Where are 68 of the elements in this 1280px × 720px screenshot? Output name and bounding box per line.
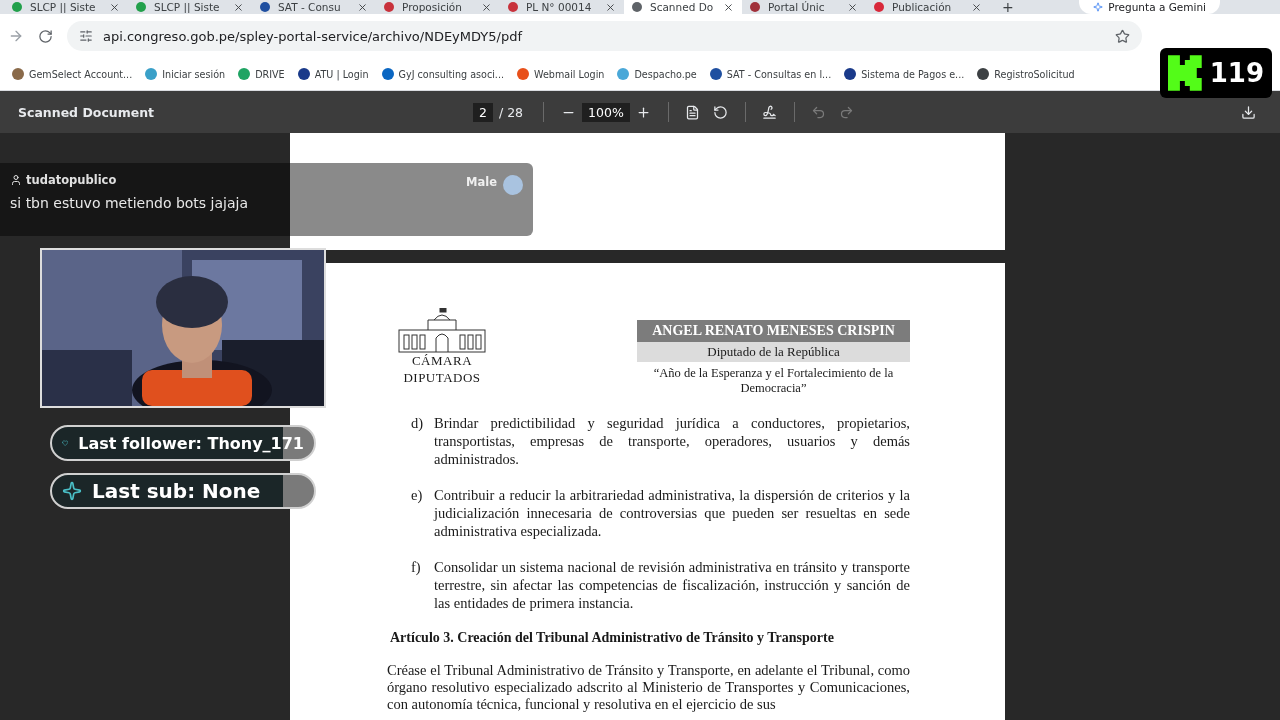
browser-tab[interactable]: SLCP || Siste [128,0,252,14]
chat-username: Male [466,175,497,189]
signature-icon[interactable] [762,104,778,120]
sparkle-icon [1093,2,1104,12]
deputy-name: ANGEL RENATO MENESES CRISPIN [637,320,910,342]
bookmark[interactable]: Iniciar sesión [145,68,226,80]
list-letter: e) [411,486,424,505]
bookmark[interactable]: Webmail Login [517,68,605,80]
article-heading: Artículo 3. Creación del Tribunal Administrativo de Tránsito y Transporte [390,630,835,646]
list-item-text: Consolidar un sistema nacional de revisión administrativa en tránsito y transporte terrestre, sin afectar las competencias de fiscalización, instrucción y sanción de las entidades de primera instancia. [434,558,910,612]
close-icon[interactable] [605,1,616,13]
site-info-icon[interactable] [79,29,93,43]
logo-text: DIPUTADOS [403,371,481,384]
bookmark[interactable]: RegistroSolicitud [977,68,1075,80]
page-icon[interactable] [685,104,701,120]
rotate-icon[interactable] [713,104,729,120]
year-motto: “Año de la Esperanza y el Fortalecimiento de la Democracia” [652,366,895,396]
bookmark[interactable]: Sistema de Pagos e... [844,68,965,80]
chat-username: tudatopublico [10,173,280,187]
list-letter: f) [411,558,422,577]
star-icon [62,481,82,501]
last-sub-banner: Last sub: None [50,473,316,509]
zoom-in-icon[interactable] [636,104,652,120]
bookmark[interactable]: GyJ consulting asoci... [381,68,504,80]
download-icon[interactable] [1240,104,1256,120]
logo-icon [1168,55,1202,91]
bookmark[interactable]: ATU | Login [297,68,369,80]
close-icon[interactable] [723,1,734,13]
bookmark[interactable]: DRIVE [238,68,285,80]
new-tab-button[interactable]: + [990,0,1026,14]
list-item-text: Brindar predictibilidad y seguridad jurídica a conductores, propietarios, transportistas, empresas de transporte, operadores, usuarios y demás administrados. [434,414,910,468]
browser-tab[interactable]: Portal Únic [742,0,866,14]
browser-tab[interactable]: Scanned Do [624,0,742,14]
chat-message: si tbn estuvo metiendo bots jajaja [10,195,249,211]
redo-icon[interactable] [839,104,855,120]
last-follower-banner: Last follower: Thony_171 [50,425,316,461]
logo-text: CÁMARA [411,354,473,367]
bookmark[interactable]: GemSelect Account... [12,68,133,80]
bookmark[interactable]: SAT - Consultas en l... [709,68,832,80]
zoom-field[interactable]: 100% [582,102,630,122]
address-bar[interactable]: api.congreso.gob.pe/spley-portal-service/archivo/NDEyMDY5/pdf [67,21,1142,51]
viewer-count: 119 [1209,58,1264,88]
undo-icon[interactable] [811,104,827,120]
deputy-role: Diputado de la República [637,342,910,362]
browser-tab[interactable]: PL N° 00014 [500,0,624,14]
page-number-field[interactable]: 2 [473,102,493,122]
page-total: / 28 [498,104,524,120]
close-icon[interactable] [109,1,120,13]
reload-icon[interactable] [38,28,53,44]
bookmark[interactable]: Despacho.pe [617,68,697,80]
list-letter: d) [411,414,424,433]
gemini-button[interactable]: Pregunta a Gemini [1079,0,1220,14]
close-icon[interactable] [357,1,368,13]
close-icon[interactable] [847,1,858,13]
close-icon[interactable] [971,1,982,13]
article-paragraph: Créase el Tribunal Administrativo de Tránsito y Transporte, en adelante el Tribunal, como órgano resolutivo especializado adscrito al Ministerio de Transportes y Comunicaciones, con autonomía técnica, funcional y resolutiva en el ejercicio de sus [387,662,910,713]
browser-tab[interactable]: Publicación [866,0,990,14]
browser-tab[interactable]: SLCP || Siste [4,0,128,14]
browser-tab[interactable]: SAT - Consu [252,0,376,14]
close-icon[interactable] [233,1,244,13]
close-icon[interactable] [481,1,492,13]
list-item-text: Contribuir a reducir la arbitrariedad administrativa, la dispersión de criterios y la judicialización innecesaria de controversias que pueden ser resueltas en sede administrativa especializada. [434,486,910,540]
user-icon [10,174,22,186]
browser-tab[interactable]: Proposición [376,0,500,14]
avatar [503,175,523,195]
bookmark-star-icon[interactable] [1115,28,1130,44]
document-title: Scanned Document [18,104,156,120]
building-icon [398,308,486,354]
